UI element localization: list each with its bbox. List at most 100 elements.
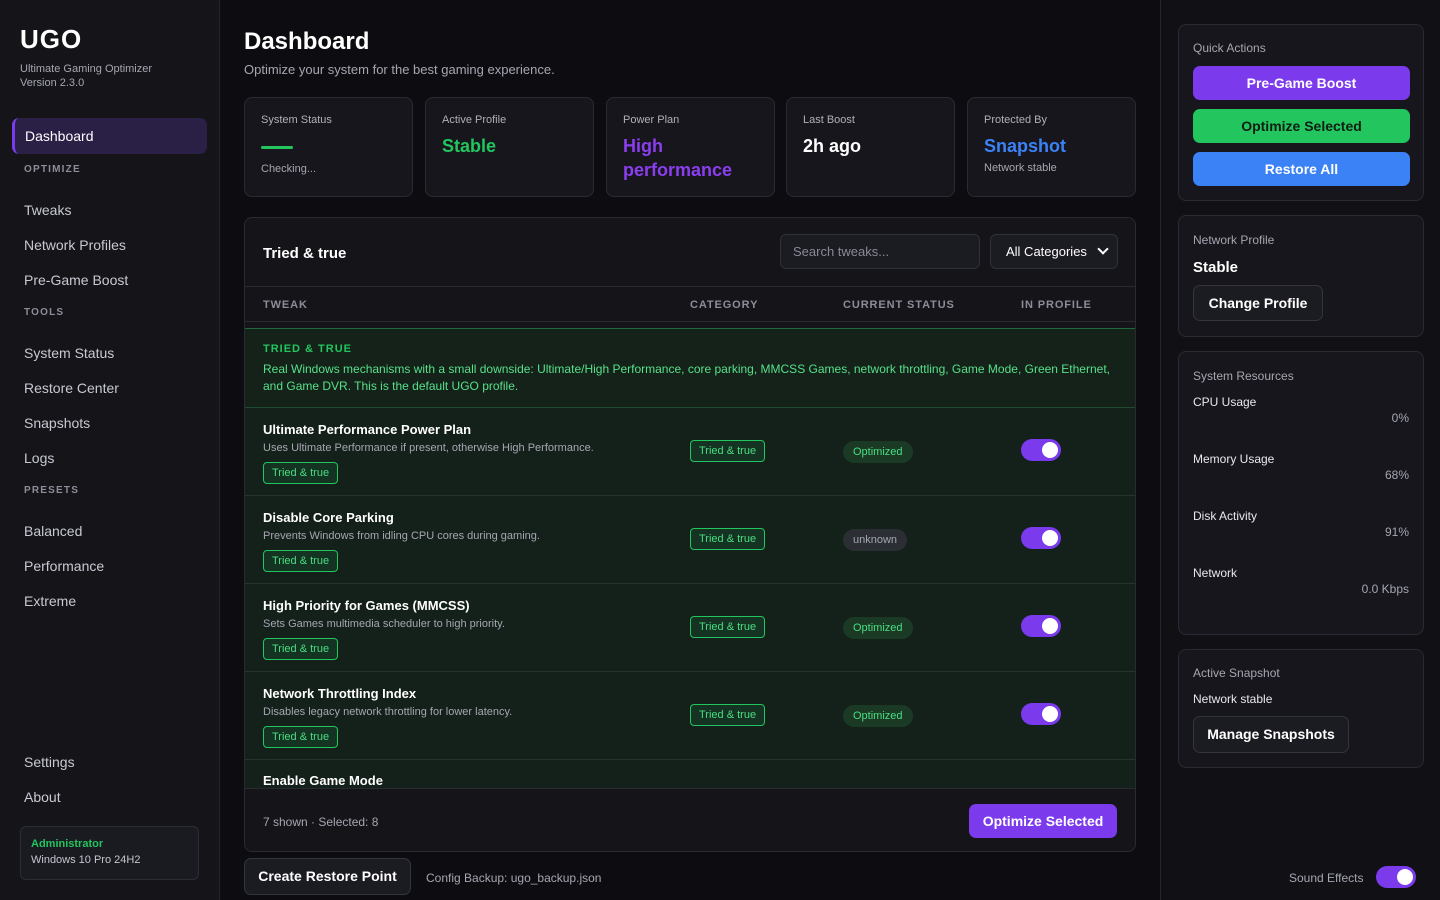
network-profile-value: Stable	[1193, 259, 1239, 276]
optimize-selected-button[interactable]: Optimize Selected	[969, 804, 1117, 838]
banner-title: TRIED & TRUE	[263, 343, 352, 355]
sidebar-item-tweaks[interactable]: Tweaks	[24, 202, 71, 218]
sidebar-item-performance[interactable]: Performance	[24, 558, 104, 574]
app-subtitle: Ultimate Gaming Optimizer Version 2.3.0	[20, 62, 152, 90]
sidebar-item-about[interactable]: About	[24, 789, 61, 805]
tweak-tag: Tried & true	[263, 638, 339, 660]
manage-snapshots-button[interactable]: Manage Snapshots	[1193, 716, 1349, 753]
create-restore-point-button[interactable]: Create Restore Point	[244, 858, 411, 895]
sidebar-item-extreme[interactable]: Extreme	[24, 593, 76, 609]
toggle-knob	[1042, 706, 1058, 722]
in-profile-toggle[interactable]	[1021, 439, 1061, 461]
change-profile-button[interactable]: Change Profile	[1193, 285, 1323, 321]
sound-effects-toggle[interactable]	[1376, 866, 1416, 888]
category-banner: TRIED & TRUE Real Windows mechanisms wit…	[245, 328, 1135, 408]
in-profile-toggle[interactable]	[1021, 527, 1061, 549]
sidebar-item-pre-game-boost[interactable]: Pre-Game Boost	[24, 272, 128, 288]
disk-activity-label: Disk Activity	[1193, 509, 1258, 523]
tweak-name: High Priority for Games (MMCSS)	[263, 598, 470, 613]
sidebar-item-dashboard[interactable]: Dashboard	[12, 118, 207, 154]
table-row[interactable]: Disable Core Parking Prevents Windows fr…	[245, 496, 1135, 584]
active-snapshot-card: Active Snapshot Network stable Manage Sn…	[1178, 649, 1424, 768]
section-tools: TOOLS	[24, 307, 65, 318]
panel-footer: 7 shown · Selected: 8 Optimize Selected	[245, 788, 1135, 851]
stat-label: Protected By	[984, 114, 1047, 126]
system-resources-card: System Resources CPU Usage 0% Memory Usa…	[1178, 351, 1424, 635]
stat-note: Checking...	[261, 163, 317, 175]
status-indicator-bar	[261, 146, 293, 149]
sidebar-item-restore-center[interactable]: Restore Center	[24, 380, 119, 396]
tweak-name: Disable Core Parking	[263, 510, 394, 525]
user-os: Windows 10 Pro 24H2	[31, 854, 141, 866]
category-badge: Tried & true	[690, 704, 766, 726]
network-label: Network	[1193, 566, 1238, 580]
column-header-status: CURRENT STATUS	[843, 299, 955, 311]
status-badge: unknown	[843, 529, 908, 551]
stat-label: Active Profile	[442, 114, 507, 126]
tweak-name: Network Throttling Index	[263, 686, 417, 701]
toggle-knob	[1042, 618, 1058, 634]
sound-effects-label: Sound Effects	[1289, 871, 1364, 885]
category-badge: Tried & true	[690, 440, 766, 462]
stat-protected-by: Protected By Snapshot Network stable	[967, 97, 1136, 197]
category-select-value: All Categories	[1006, 244, 1087, 259]
stat-label: System Status	[261, 114, 332, 126]
toggle-knob	[1397, 869, 1413, 885]
status-badge: Optimized	[843, 441, 913, 463]
main-content: Dashboard Optimize your system for the b…	[220, 0, 1160, 900]
sidebar-item-logs[interactable]: Logs	[24, 450, 54, 466]
table-header: TWEAK CATEGORY CURRENT STATUS IN PROFILE	[245, 286, 1135, 322]
in-profile-toggle[interactable]	[1021, 615, 1061, 637]
stat-label: Last Boost	[803, 114, 855, 126]
in-profile-toggle[interactable]	[1021, 703, 1061, 725]
tweak-name: Ultimate Performance Power Plan	[263, 422, 472, 437]
card-title: Quick Actions	[1193, 41, 1266, 55]
app-logo: UGO	[20, 24, 83, 54]
sidebar-item-system-status[interactable]: System Status	[24, 345, 114, 361]
memory-usage-value: 68%	[1384, 468, 1409, 482]
table-row[interactable]: Ultimate Performance Power Plan Uses Ult…	[245, 408, 1135, 496]
app-version: Version 2.3.0	[20, 77, 85, 89]
stat-last-boost: Last Boost 2h ago	[786, 97, 955, 197]
sidebar: UGO Ultimate Gaming Optimizer Version 2.…	[0, 0, 220, 900]
sidebar-item-network-profiles[interactable]: Network Profiles	[24, 237, 126, 253]
sidebar-item-settings[interactable]: Settings	[24, 754, 75, 770]
optimize-selected-quick-button[interactable]: Optimize Selected	[1193, 109, 1410, 143]
stat-label: Power Plan	[623, 114, 680, 126]
page-subtitle: Optimize your system for the best gaming…	[244, 62, 555, 77]
column-header-in-profile: IN PROFILE	[1021, 299, 1092, 311]
user-card: Administrator Windows 10 Pro 24H2	[20, 826, 199, 880]
pre-game-boost-button[interactable]: Pre-Game Boost	[1193, 66, 1410, 100]
sidebar-item-balanced[interactable]: Balanced	[24, 523, 82, 539]
selection-count: 7 shown · Selected: 8	[263, 815, 379, 829]
config-backup-label: Config Backup: ugo_backup.json	[426, 871, 602, 885]
stat-note: Network stable	[984, 162, 1057, 174]
section-presets: PRESETS	[24, 485, 80, 496]
status-badge: Optimized	[843, 705, 913, 727]
column-header-tweak: TWEAK	[263, 299, 308, 311]
category-badge: Tried & true	[690, 528, 766, 550]
sidebar-item-snapshots[interactable]: Snapshots	[24, 415, 90, 431]
panel-title: Tried & true	[263, 245, 347, 262]
quick-actions-card: Quick Actions Pre-Game Boost Optimize Se…	[1178, 24, 1424, 201]
stat-active-profile: Active Profile Stable	[425, 97, 594, 197]
stat-value: Snapshot	[984, 136, 1067, 156]
search-input[interactable]	[780, 234, 980, 269]
card-title: Active Snapshot	[1193, 666, 1280, 680]
table-row[interactable]: Network Throttling Index Disables legacy…	[245, 672, 1135, 760]
stat-system-status: System Status Checking...	[244, 97, 413, 197]
restore-all-button[interactable]: Restore All	[1193, 152, 1410, 186]
right-panel: Quick Actions Pre-Game Boost Optimize Se…	[1160, 0, 1440, 900]
category-select[interactable]: All Categories	[990, 234, 1118, 269]
toggle-knob	[1042, 442, 1058, 458]
user-role: Administrator	[31, 838, 104, 850]
table-row[interactable]: High Priority for Games (MMCSS) Sets Gam…	[245, 584, 1135, 672]
cpu-usage-label: CPU Usage	[1193, 395, 1257, 409]
stat-value: High performance	[623, 136, 733, 180]
tweak-tag: Tried & true	[263, 462, 339, 484]
page-title: Dashboard	[244, 28, 370, 55]
network-profile-card: Network Profile Stable Change Profile	[1178, 215, 1424, 337]
card-title: Network Profile	[1193, 233, 1275, 247]
column-header-category: CATEGORY	[690, 299, 759, 311]
card-title: System Resources	[1193, 369, 1294, 383]
